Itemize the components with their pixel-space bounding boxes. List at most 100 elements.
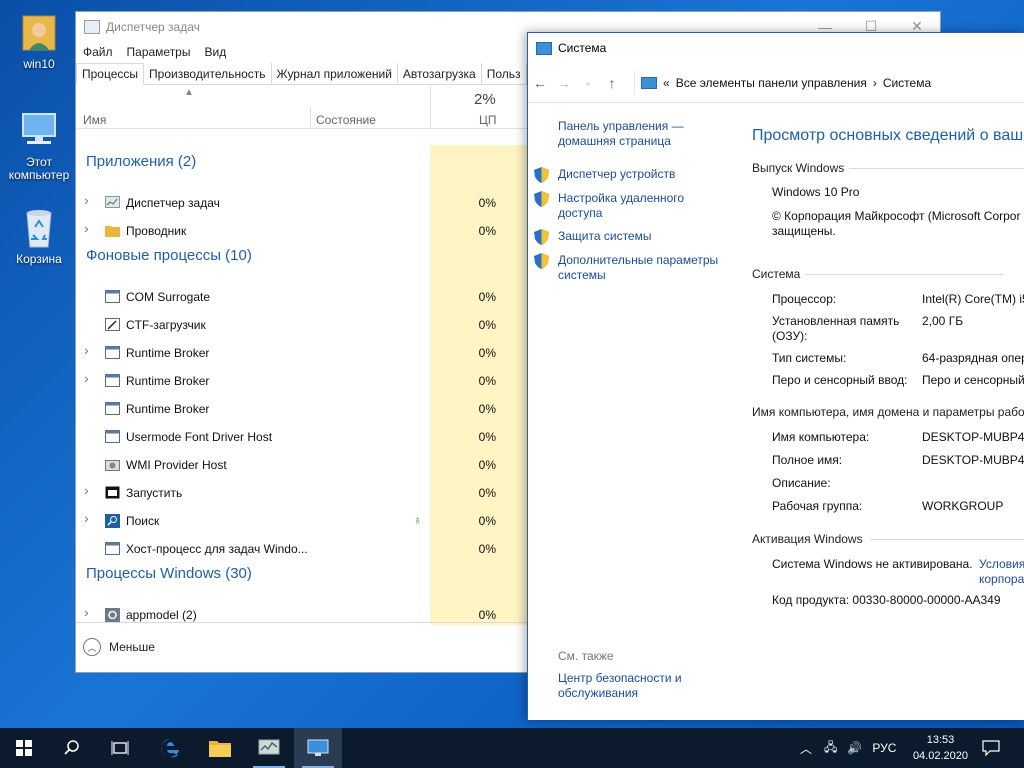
tab-processes[interactable]: Процессы — [76, 63, 145, 85]
explorer-icon — [105, 224, 120, 238]
system-icon — [536, 41, 552, 55]
license-terms-link-2[interactable]: корпора — [979, 572, 1024, 586]
task-manager-taskbar-button[interactable] — [245, 728, 293, 768]
clock[interactable]: 13:53 04.02.2020 — [913, 732, 968, 764]
process-list: Приложения (2) Фоновые процессы (10) Про… — [76, 145, 528, 625]
process-row[interactable]: Usermode Font Driver Host 0% — [76, 423, 528, 451]
window-icon — [105, 374, 120, 388]
menu-options[interactable]: Параметры — [127, 45, 191, 59]
search-icon — [64, 740, 79, 755]
link-label: Диспетчер устройств — [558, 167, 676, 181]
control-panel-home-link[interactable]: Панель управления — домашняя страница — [534, 119, 714, 149]
expand-chevron-icon[interactable]: › — [84, 220, 89, 236]
column-cpu[interactable]: ЦП — [479, 113, 497, 127]
section-activation: Активация Windows — [752, 532, 1024, 546]
network-icon[interactable]: 🖧 — [824, 738, 837, 759]
window-title: Диспетчер задач — [106, 19, 200, 34]
system-type-value: 64-разрядная опер — [922, 351, 1024, 365]
expand-chevron-icon[interactable]: › — [84, 482, 89, 498]
process-cpu: 0% — [478, 402, 496, 416]
volume-icon[interactable]: 🔊 — [847, 741, 862, 755]
process-row[interactable]: CTF-загрузчик 0% — [76, 311, 528, 339]
breadcrumb-overflow[interactable]: « — [663, 76, 670, 90]
system-type-label: Тип системы: — [772, 351, 847, 365]
expand-chevron-icon[interactable]: › — [84, 510, 89, 526]
group-windows: Процессы Windows (30) — [86, 565, 252, 582]
process-name: Диспетчер задач — [126, 196, 220, 210]
breadcrumb[interactable]: « Все элементы панели управления › Систе… — [634, 70, 937, 95]
expand-chevron-icon[interactable]: › — [84, 370, 89, 386]
recent-chevron-icon[interactable]: ⌄ — [576, 77, 600, 88]
desktop-icon-recycle-bin[interactable]: Корзина — [1, 205, 77, 266]
process-row[interactable]: › Runtime Broker 0% — [76, 339, 528, 367]
process-row[interactable]: › Поиск ♁ 0% — [76, 507, 528, 535]
tab-performance[interactable]: Производительность — [144, 63, 272, 84]
tab-users[interactable]: Польз — [482, 63, 527, 84]
process-name: WMI Provider Host — [126, 458, 227, 472]
desktop-icon-user-folder[interactable]: win10 — [1, 10, 77, 71]
process-cpu: 0% — [478, 542, 496, 556]
back-arrow-icon[interactable]: ← — [528, 75, 552, 91]
system-window: Система ← → ⌄ ↑ « Все элементы панели уп… — [527, 32, 1024, 720]
menu-view[interactable]: Вид — [204, 45, 226, 59]
process-row[interactable]: › Runtime Broker 0% — [76, 367, 528, 395]
shield-icon — [534, 253, 549, 269]
process-row[interactable]: › Запустить 0% — [76, 479, 528, 507]
search-button[interactable] — [48, 728, 96, 768]
task-view-icon — [111, 741, 129, 755]
start-button[interactable] — [0, 728, 48, 768]
computer-name-value: DESKTOP-MUBP4DD — [922, 430, 1024, 444]
security-center-link[interactable]: Центр безопасности и обслуживания — [558, 671, 728, 701]
sort-arrow-icon: ▲ — [184, 87, 194, 98]
column-state[interactable]: Состояние — [316, 113, 376, 127]
menu-file[interactable]: Файл — [83, 45, 113, 59]
computer-name-label: Имя компьютера: — [772, 430, 870, 444]
breadcrumb-system[interactable]: Система — [883, 76, 931, 90]
tab-app-history[interactable]: Журнал приложений — [272, 63, 398, 84]
fewer-details-button[interactable]: ︿ Меньше — [83, 638, 155, 656]
edge-button[interactable] — [146, 728, 194, 768]
device-manager-link[interactable]: Диспетчер устройств — [534, 167, 724, 183]
remote-settings-link[interactable]: Настройка удаленного доступа — [534, 191, 724, 221]
memory-label: Установленная память — [772, 314, 900, 328]
process-row[interactable]: WMI Provider Host 0% — [76, 451, 528, 479]
breadcrumb-control-panel[interactable]: Все элементы панели управления — [676, 76, 867, 90]
system-taskbar-button[interactable] — [294, 728, 342, 768]
up-arrow-icon[interactable]: ↑ — [600, 75, 624, 91]
wmi-icon — [105, 458, 120, 472]
group-apps: Приложения (2) — [86, 153, 197, 170]
expand-chevron-icon[interactable]: › — [84, 604, 89, 620]
section-title: Выпуск Windows — [752, 161, 845, 175]
expand-chevron-icon[interactable]: › — [84, 192, 89, 208]
process-row[interactable]: › Диспетчер задач 0% — [76, 189, 528, 217]
process-row[interactable]: Runtime Broker 0% — [76, 395, 528, 423]
system-details: Просмотр основных сведений о вашем Выпус… — [752, 119, 1024, 639]
notifications-button[interactable] — [968, 728, 1014, 768]
shield-icon — [534, 229, 549, 245]
advanced-settings-link[interactable]: Дополнительные параметры системы — [534, 253, 724, 283]
process-row[interactable]: › Проводник 0% — [76, 217, 528, 245]
user-folder-icon — [17, 10, 61, 54]
forward-arrow-icon[interactable]: → — [552, 75, 576, 91]
task-view-button[interactable] — [96, 728, 144, 768]
tray-chevron-icon[interactable]: ︿ — [800, 740, 812, 757]
task-manager-icon — [84, 19, 100, 34]
system-protection-link[interactable]: Защита системы — [534, 229, 724, 245]
system-titlebar[interactable]: Система — [528, 33, 1024, 63]
section-title: Активация Windows — [752, 532, 863, 546]
process-row[interactable]: COM Surrogate 0% — [76, 283, 528, 311]
keyboard-language[interactable]: РУС — [872, 741, 896, 755]
license-terms-link[interactable]: Условия — [979, 557, 1024, 571]
group-background: Фоновые процессы (10) — [86, 247, 252, 264]
workgroup-label: Рабочая группа: — [772, 499, 863, 513]
tab-startup[interactable]: Автозагрузка — [398, 63, 482, 84]
column-name[interactable]: Имя — [83, 113, 106, 127]
process-cpu: 0% — [478, 608, 496, 622]
expand-chevron-icon[interactable]: › — [84, 342, 89, 358]
cpu-total: 2% — [474, 91, 496, 108]
process-row[interactable]: Хост-процесс для задач Windo... 0% — [76, 535, 528, 563]
task-manager-icon — [105, 196, 120, 210]
desktop-icon-this-pc[interactable]: Этот компьютер — [1, 108, 77, 182]
page-title: Просмотр основных сведений о вашем — [752, 127, 1024, 144]
file-explorer-button[interactable] — [196, 728, 244, 768]
